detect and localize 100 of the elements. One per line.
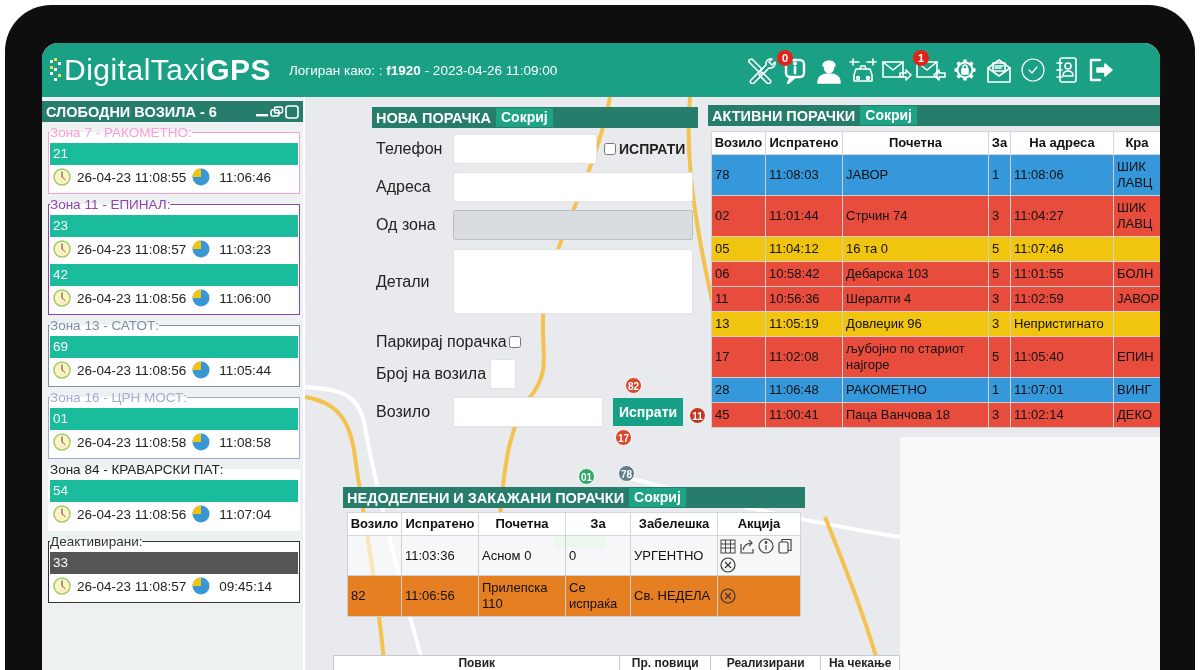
- table-cell: 11:07:46: [1010, 236, 1114, 262]
- table-cell: 11:01:44: [765, 195, 843, 237]
- hide-button[interactable]: Сокриј: [496, 108, 553, 127]
- copy-icon[interactable]: [777, 538, 793, 554]
- column-header[interactable]: Пр. повици: [620, 656, 711, 670]
- table-cell: 1: [988, 154, 1011, 196]
- wait-time: 11:08:58: [219, 434, 271, 450]
- column-header[interactable]: Акција: [717, 512, 801, 536]
- table-cell: Св. НЕДЕЛА: [630, 575, 718, 617]
- cancel-icon[interactable]: [720, 557, 736, 573]
- logo-mark-icon: [50, 58, 62, 82]
- table-cell: 45: [711, 402, 766, 428]
- table-cell: ЈАВОР: [842, 154, 989, 196]
- order-row[interactable]: 11 10:56:36 Шералти 4 3 11:02:59 ЈАВОР: [711, 286, 1160, 312]
- input-field[interactable]: [453, 134, 597, 164]
- field-label: Возило: [376, 403, 432, 421]
- checkbox[interactable]: [604, 143, 616, 155]
- open-envelope-icon[interactable]: [984, 56, 1014, 84]
- table-cell: 06: [711, 261, 766, 287]
- table-cell: 11:08:03: [765, 154, 843, 196]
- table-cell: 1: [988, 377, 1011, 403]
- check-circle-icon[interactable]: [1018, 56, 1048, 84]
- zone-label: Деактивирани:: [50, 534, 143, 549]
- table-cell: 11:05:40: [1010, 336, 1114, 378]
- column-header[interactable]: Реализирани: [711, 656, 822, 670]
- input-field[interactable]: [453, 172, 693, 202]
- table-cell: 5: [988, 336, 1011, 378]
- info-icon[interactable]: [758, 538, 774, 554]
- order-row[interactable]: 13 11:05:19 Довлеџик 96 3 Непристигнато: [711, 311, 1160, 337]
- table-cell: 05: [711, 236, 766, 262]
- textarea-field[interactable]: [453, 249, 693, 314]
- clock-icon: [53, 361, 71, 379]
- table-cell: Непристигнато: [1010, 311, 1114, 337]
- order-row[interactable]: 28 11:06:48 РАКОМЕТНО 1 11:07:01 ВИНГ: [711, 377, 1160, 403]
- input-field[interactable]: [490, 359, 517, 389]
- pie-icon: [192, 505, 211, 523]
- restore-icon[interactable]: [270, 104, 284, 119]
- column-header[interactable]: Почетна: [842, 131, 989, 155]
- table-cell: Паца Ванчова 18: [842, 402, 989, 428]
- zone-label: Зона 7 - РАКОМЕТНО:: [50, 125, 192, 140]
- column-header[interactable]: Забелешка: [630, 512, 718, 536]
- app-logo: DigitalTaxiGPS: [64, 53, 272, 87]
- car-icon[interactable]: [848, 56, 878, 84]
- wait-time: 11:07:04: [219, 506, 271, 522]
- field-label: Паркирај порачка: [376, 333, 507, 351]
- table-cell: љубојно по стариот најгоре: [842, 336, 989, 378]
- order-row[interactable]: 02 11:01:44 Стрчин 74 3 11:04:27 ШИК ЛАВЦ: [711, 195, 1160, 237]
- column-header[interactable]: Возило: [711, 131, 766, 155]
- tools-icon[interactable]: [746, 56, 776, 84]
- column-header[interactable]: За: [988, 131, 1011, 155]
- table-cell: 17: [711, 336, 766, 378]
- hide-button[interactable]: Сокриј: [629, 488, 686, 507]
- column-header[interactable]: На адреса: [1010, 131, 1114, 155]
- zone-label: Зона 13 - САТОТ:: [50, 318, 159, 333]
- column-header[interactable]: Кра: [1113, 131, 1160, 155]
- table-cell: Асном 0: [478, 535, 566, 576]
- table-cell: Се испраќа: [565, 575, 631, 617]
- column-header[interactable]: Испратено: [401, 512, 479, 536]
- wait-time: 11:03:23: [219, 241, 271, 257]
- order-row[interactable]: 11:03:36 Асном 0 0 УРГЕНТНО: [347, 535, 801, 576]
- order-row[interactable]: 06 10:58:42 Дебарска 103 5 11:01:55 БОЛН: [711, 261, 1160, 287]
- column-header[interactable]: Повик: [334, 656, 621, 670]
- checkbox-label: ИСПРАТИ: [619, 141, 686, 157]
- table-cell: 11:04:27: [1010, 195, 1114, 237]
- table-cell: 3: [988, 286, 1011, 312]
- send-button[interactable]: Испрати: [613, 398, 684, 426]
- field-label: Од зона: [376, 216, 437, 234]
- column-header[interactable]: За: [565, 512, 631, 536]
- hide-button[interactable]: Сокриј: [860, 106, 917, 125]
- zone-label: Зона 11 - ЕПИНАЛ:: [50, 197, 171, 212]
- table-cell: 11:02:08: [765, 336, 843, 378]
- pie-icon: [192, 433, 211, 451]
- order-row[interactable]: 78 11:08:03 ЈАВОР 1 11:08:06 ШИК ЛАВЦ: [711, 154, 1160, 196]
- order-row[interactable]: 17 11:02:08 љубојно по стариот најгоре 5 11:05:40 ЕПИН: [711, 336, 1160, 378]
- timestamp: 26-04-23 11:08:56: [77, 506, 187, 522]
- vehicle-bar[interactable]: 33: [50, 552, 298, 574]
- table-cell: 3: [988, 311, 1011, 337]
- checkbox[interactable]: [508, 336, 521, 348]
- order-row[interactable]: 45 11:00:41 Паца Ванчова 18 3 11:02:14 ДЕКО: [711, 402, 1160, 428]
- field-label: Број на возила: [376, 365, 487, 383]
- login-info: Логиран како: : f1920 - 2023-04-26 11:09:00: [289, 62, 558, 78]
- column-header[interactable]: Почетна: [478, 512, 566, 536]
- column-header[interactable]: Возило: [347, 512, 402, 536]
- table-cell: 11:02:14: [1010, 402, 1114, 428]
- column-header[interactable]: На чекање: [821, 656, 899, 670]
- table-cell: 0: [565, 535, 631, 576]
- table-cell: 11:03:36: [401, 535, 479, 576]
- grid-icon[interactable]: [720, 538, 736, 554]
- share-icon[interactable]: [739, 538, 755, 554]
- clock-icon: [53, 240, 71, 258]
- maximize-icon[interactable]: [285, 104, 299, 119]
- input-field[interactable]: [453, 397, 603, 427]
- table-cell: 82: [347, 575, 402, 617]
- order-row[interactable]: 82 11:06:56 Прилепска 110 Се испраќа Св. НЕДЕЛА: [347, 575, 801, 617]
- order-row[interactable]: 05 11:04:12 16 та 0 5 11:07:46: [711, 236, 1160, 262]
- pie-icon: [192, 168, 211, 186]
- column-header[interactable]: Испратено: [765, 131, 843, 155]
- table-cell: 10:56:36: [765, 286, 843, 312]
- timestamp: 26-04-23 11:08:57: [77, 578, 187, 594]
- pie-icon: [192, 361, 211, 379]
